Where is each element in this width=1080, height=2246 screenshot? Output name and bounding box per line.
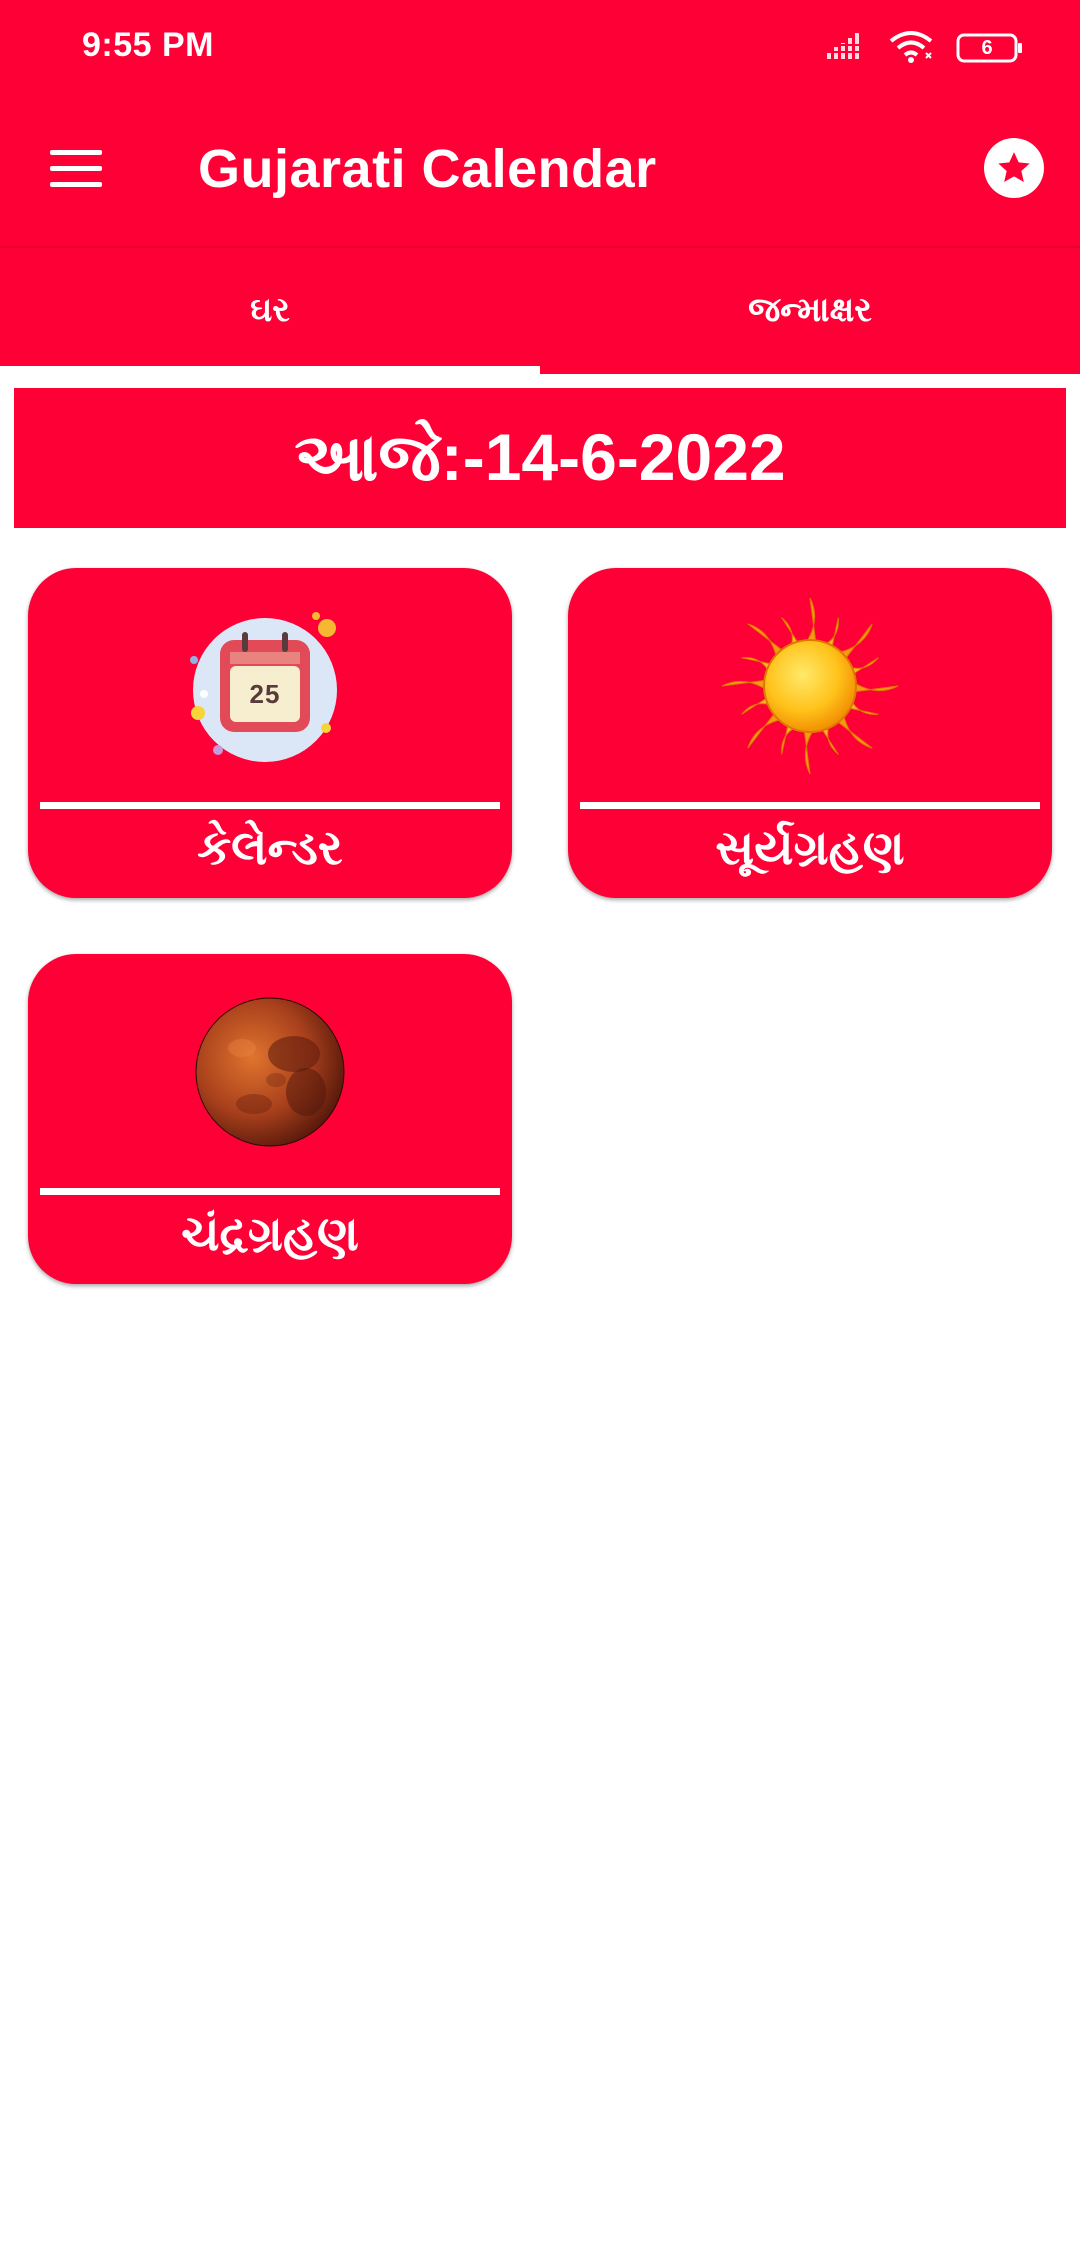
app-title: Gujarati Calendar [198, 139, 657, 199]
calendar-tile[interactable]: 25 કેલેન્ડર [28, 568, 512, 898]
tab-bar: ઘર જન્માક્ષર [0, 246, 1080, 374]
app-toolbar: Gujarati Calendar [0, 96, 1080, 246]
calendar-tile-label: કેલેન્ડર [197, 822, 343, 875]
calendar-icon-day: 25 [249, 678, 281, 709]
tile-divider [40, 802, 500, 809]
status-time: 9:55 PM [82, 26, 214, 64]
lunar-eclipse-tile-label: ચંદ્રગ્રહણ [181, 1208, 359, 1261]
hamburger-menu-icon[interactable] [44, 138, 110, 198]
solar-eclipse-tile-image [568, 597, 1052, 774]
blood-moon-icon [194, 996, 346, 1153]
solar-eclipse-tile-label: સૂર્યગ્રહણ [715, 822, 905, 875]
tab-horoscope[interactable]: જન્માક્ષર [540, 248, 1080, 372]
calendar-tile-image: 25 [28, 608, 512, 768]
battery-icon: 6 [956, 32, 1024, 64]
star-icon[interactable] [984, 138, 1044, 198]
lunar-eclipse-tile-image [28, 994, 512, 1154]
signal-icon [826, 31, 866, 66]
tab-home[interactable]: ઘર [0, 248, 540, 372]
status-bar: 9:55 PM 6 [0, 0, 1080, 96]
calendar-icon: 25 [190, 608, 350, 768]
battery-level: 6 [981, 36, 993, 59]
today-date-banner: આજે:-14-6-2022 [14, 388, 1066, 528]
wifi-icon [888, 29, 934, 68]
tile-divider [40, 1188, 500, 1195]
sun-icon [720, 596, 900, 781]
lunar-eclipse-tile[interactable]: ચંદ્રગ્રહણ [28, 954, 512, 1284]
status-icons: 6 [826, 28, 1024, 68]
app-screen: 9:55 PM 6 Gujarati Calendar ઘર જન્માક્ષર… [0, 0, 1080, 2246]
solar-eclipse-tile[interactable]: સૂર્યગ્રહણ [568, 568, 1052, 898]
tile-divider [580, 802, 1040, 809]
tab-selected-indicator [0, 366, 540, 374]
